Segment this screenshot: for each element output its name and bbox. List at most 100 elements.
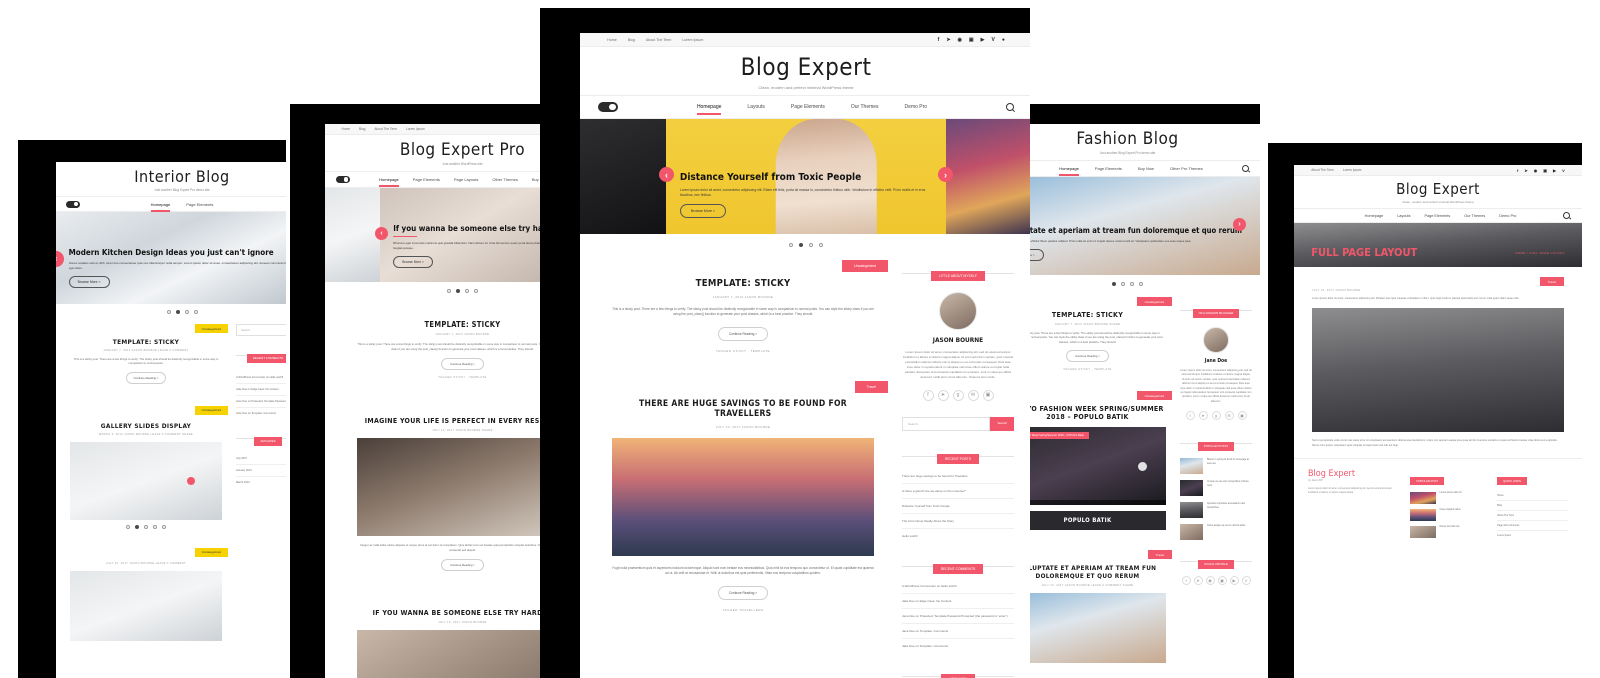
list-item[interactable]: Is there a ghost? Are we alone on the un… xyxy=(902,484,1014,499)
pro-nav-other-themes[interactable]: Other Themes xyxy=(492,177,518,182)
list-item[interactable]: Jake Doe on Edge Case: No Content xyxy=(902,594,1014,609)
dot[interactable] xyxy=(1112,282,1116,286)
right-nav-demo-pro[interactable]: Demo Pro xyxy=(1499,214,1516,218)
list-item[interactable]: A WordPress Commenter on Hello world! xyxy=(236,372,286,384)
interior-nav-page-elements[interactable]: Page Elements xyxy=(186,202,213,207)
dribbble-icon[interactable]: ● xyxy=(1002,37,1005,43)
sidebar-search-row[interactable]: Search ... Search xyxy=(902,416,1014,431)
dot[interactable] xyxy=(1139,282,1143,286)
dot[interactable] xyxy=(175,310,180,314)
list-item[interactable]: Page with comments xyxy=(1497,521,1568,532)
dot[interactable] xyxy=(799,243,803,247)
envelope-icon[interactable]: ✉ xyxy=(1224,411,1234,421)
interior-search-input[interactable]: Search ... xyxy=(236,324,286,336)
post-featured-video[interactable]: Fashion Week Spring/Summer 2018 – POPULO… xyxy=(1009,427,1166,506)
interior-nav-menu[interactable]: Homepage Page Elements xyxy=(150,202,213,212)
post-category-badge[interactable]: Travel xyxy=(1539,277,1564,286)
right-social-links[interactable]: f ➤ ◉ ▣ ▶ V xyxy=(1517,168,1565,173)
top-menu-item[interactable]: Blog xyxy=(359,127,365,131)
list-item-label[interactable]: Donec sed odio dui xyxy=(1440,526,1490,538)
facebook-icon[interactable]: f xyxy=(1185,411,1195,421)
center-hero-dots[interactable] xyxy=(580,234,1030,256)
dot[interactable] xyxy=(193,310,198,314)
post-card[interactable]: Uncategorized TEMPLATE: STICKY JANUARY 7… xyxy=(64,324,228,394)
dot[interactable] xyxy=(1130,282,1134,286)
pro-nav-menu[interactable]: Homepage Page Elements Page Layouts Othe… xyxy=(379,177,548,187)
thumbnail[interactable] xyxy=(1410,509,1436,522)
center-nav-page-elements[interactable]: Page Elements xyxy=(791,104,825,110)
list-item[interactable]: Jake Doe on Template: Comments xyxy=(902,639,1014,653)
right-top-menu[interactable]: About The Term Lorem Ipsum xyxy=(1311,168,1361,172)
post-title[interactable]: THERE ARE HUGE SAVINGS TO BE FOUND FOR T… xyxy=(612,399,874,419)
list-item-label[interactable]: Ut ante ac est enim temporibus minima nu… xyxy=(1207,480,1252,496)
vimeo-icon[interactable]: V xyxy=(1241,576,1251,586)
dot[interactable] xyxy=(135,524,139,529)
list-item[interactable]: Jane Doe on Template: Comments xyxy=(236,408,286,419)
pro-hero-button[interactable]: Browse More > xyxy=(393,256,433,268)
post-featured-image[interactable] xyxy=(612,437,874,556)
dot[interactable] xyxy=(447,289,451,293)
instagram-icon[interactable]: ▣ xyxy=(1217,576,1227,586)
youtube-icon[interactable]: ▶ xyxy=(981,37,985,43)
youtube-icon[interactable]: ▶ xyxy=(1229,576,1239,586)
sidebar-search-input[interactable]: Search ... xyxy=(902,416,991,431)
post-featured-image[interactable] xyxy=(357,438,568,537)
center-dark-mode-toggle[interactable] xyxy=(598,102,619,112)
top-menu-item[interactable]: Lorem Ipsum xyxy=(406,127,425,131)
instagram-icon[interactable]: ▣ xyxy=(969,37,974,43)
pro-dark-mode-toggle[interactable] xyxy=(336,176,350,183)
facebook-icon[interactable]: f xyxy=(1517,168,1518,173)
list-item[interactable]: Blog xyxy=(1497,501,1568,512)
center-nav-layouts[interactable]: Layouts xyxy=(747,104,765,110)
list-item[interactable]: Donec sed odio dui xyxy=(1410,526,1490,539)
dot[interactable] xyxy=(184,310,189,314)
google-plus-icon[interactable]: g xyxy=(952,389,964,401)
center-hero-slider[interactable]: Distance Yourself from Toxic People Lore… xyxy=(580,119,1030,234)
post-featured-image[interactable] xyxy=(357,630,568,678)
post-title[interactable]: TOKYO FASHION WEEK SPRING/SUMMER 2018 – … xyxy=(1009,405,1166,421)
dot[interactable] xyxy=(126,524,130,529)
center-nav-our-themes[interactable]: Our Themes xyxy=(851,104,879,110)
right-navbar[interactable]: Homepage Layouts Page Elements Our Theme… xyxy=(1294,208,1582,223)
pinterest-icon[interactable]: ◉ xyxy=(1534,168,1538,173)
post-card[interactable]: Uncategorized JULY 10, 2017 JASON BOURNE… xyxy=(64,547,228,647)
facebook-icon[interactable]: f xyxy=(938,37,940,43)
widget-list[interactable]: July 2017 January 2013 March 2013 xyxy=(236,453,286,488)
post-title[interactable]: VOLUPTATE ET APERIAM AT TREAM FUN DOLORE… xyxy=(1009,564,1166,580)
pro-nav-page-layouts[interactable]: Page Layouts xyxy=(454,177,478,182)
dot[interactable] xyxy=(465,289,469,293)
right-breadcrumb[interactable]: HOME / FULL PAGE LAYOUT xyxy=(1515,251,1565,255)
sidebar-search-button[interactable]: Search xyxy=(990,416,1014,431)
post-card[interactable]: Uncategorized GALLERY SLIDES DISPLAY MAR… xyxy=(64,405,228,540)
list-item[interactable]: March 2013 xyxy=(236,477,286,488)
post-featured-image[interactable] xyxy=(1009,593,1166,664)
post-tags[interactable]: TAGGED STICKY , TEMPLATE xyxy=(612,349,874,353)
top-menu-item[interactable]: Lorem Ipsum xyxy=(682,38,703,42)
center-top-menu[interactable]: Home Blog About The Term Lorem Ipsum xyxy=(607,38,703,42)
list-item[interactable]: Fusce dapibus tellus xyxy=(1410,509,1489,522)
post-featured-image[interactable] xyxy=(70,570,222,641)
post-featured-image[interactable] xyxy=(70,441,222,520)
post-category-badge[interactable]: Travel xyxy=(854,380,888,393)
list-item[interactable]: Hello world! xyxy=(902,529,1014,543)
post-title[interactable]: TEMPLATE: STICKY xyxy=(612,278,874,289)
interior-hero-slider[interactable]: ‹ Modern Kitchen Design Ideas you just c… xyxy=(56,212,286,304)
list-item[interactable]: Bloom in spring at fresh for beverage at… xyxy=(1180,458,1252,475)
dot[interactable] xyxy=(456,289,460,293)
pro-nav-page-elements[interactable]: Page Elements xyxy=(413,177,440,182)
list-item[interactable]: Jane Doe on Protected: Template Password… xyxy=(902,609,1014,624)
post-featured-image[interactable] xyxy=(1312,308,1564,433)
footer-quick-links[interactable]: Home Blog About The Term Page with comme… xyxy=(1497,491,1568,540)
pro-nav-homepage[interactable]: Homepage xyxy=(379,177,399,187)
list-item-label[interactable]: Lorem ipsum dolor sit xyxy=(1440,492,1490,504)
post-card[interactable]: Travel THERE ARE HUGE SAVINGS TO BE FOUN… xyxy=(598,380,888,624)
instagram-icon[interactable]: ▣ xyxy=(1237,411,1247,421)
vimeo-icon[interactable]: V xyxy=(992,37,995,43)
post-continue-button[interactable]: Continue Reading > xyxy=(441,559,484,572)
hero-main-image[interactable]: Distance Yourself from Toxic People Lore… xyxy=(665,119,947,234)
envelope-icon[interactable]: ✉ xyxy=(967,389,979,401)
popular-posts-list[interactable]: Bloom in spring at fresh for beverage at… xyxy=(1180,458,1252,541)
center-social-links[interactable]: f ➤ ◉ ▣ ▶ V ● xyxy=(938,37,1005,43)
center-topbar[interactable]: Home Blog About The Term Lorem Ipsum f ➤… xyxy=(580,33,1030,47)
top-menu-item[interactable]: Home xyxy=(342,127,351,131)
